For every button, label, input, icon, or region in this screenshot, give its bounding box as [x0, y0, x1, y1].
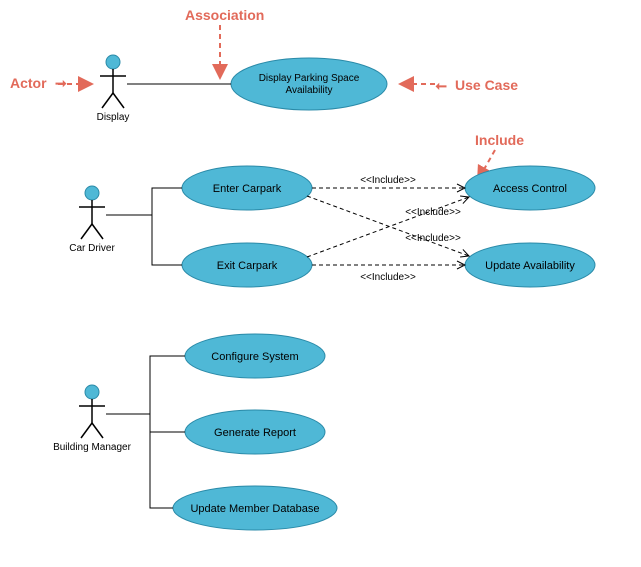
usecase-display-availability-label-2: Availability — [285, 85, 332, 96]
usecase-update-availability-label: Update Availability — [485, 260, 575, 272]
actor-building-manager: Building Manager — [53, 385, 131, 453]
include-exit-access — [307, 197, 469, 257]
association-manager-configure — [106, 356, 185, 414]
include-enter-update — [307, 196, 469, 256]
use-case-diagram: Association Actor ➞ ➞ Use Case Include D… — [0, 0, 641, 567]
usecase-display-availability-label-1: Display Parking Space — [259, 73, 360, 84]
actor-display-label: Display — [97, 112, 130, 123]
usecase-display-availability — [231, 58, 387, 110]
usecase-access-control-label: Access Control — [493, 183, 567, 195]
include-enter-update-label: <<Include>> — [405, 207, 461, 218]
actor-car-driver-label: Car Driver — [69, 243, 115, 254]
include-enter-access-label: <<Include>> — [360, 175, 416, 186]
annotation-arrow-icon-2: ➞ — [435, 79, 447, 95]
annotation-actor: Actor — [10, 75, 47, 91]
usecase-update-member-db-label: Update Member Database — [190, 503, 319, 515]
usecase-generate-report-label: Generate Report — [214, 427, 296, 439]
include-exit-update-label: <<Include>> — [360, 272, 416, 283]
association-driver-enter — [106, 188, 182, 215]
usecase-configure-system-label: Configure System — [211, 351, 298, 363]
actor-car-driver: Car Driver — [69, 186, 115, 254]
usecase-exit-carpark-label: Exit Carpark — [217, 260, 278, 272]
association-driver-exit — [152, 215, 182, 265]
annotation-usecase: Use Case — [455, 77, 518, 93]
include-exit-access-label: <<Include>> — [405, 233, 461, 244]
actor-building-manager-label: Building Manager — [53, 442, 131, 453]
usecase-enter-carpark-label: Enter Carpark — [213, 183, 282, 195]
association-manager-memberdb — [150, 432, 173, 508]
association-manager-report — [150, 414, 185, 432]
actor-display: Display — [97, 55, 130, 123]
annotation-association: Association — [185, 7, 264, 23]
annotation-include: Include — [475, 132, 524, 148]
